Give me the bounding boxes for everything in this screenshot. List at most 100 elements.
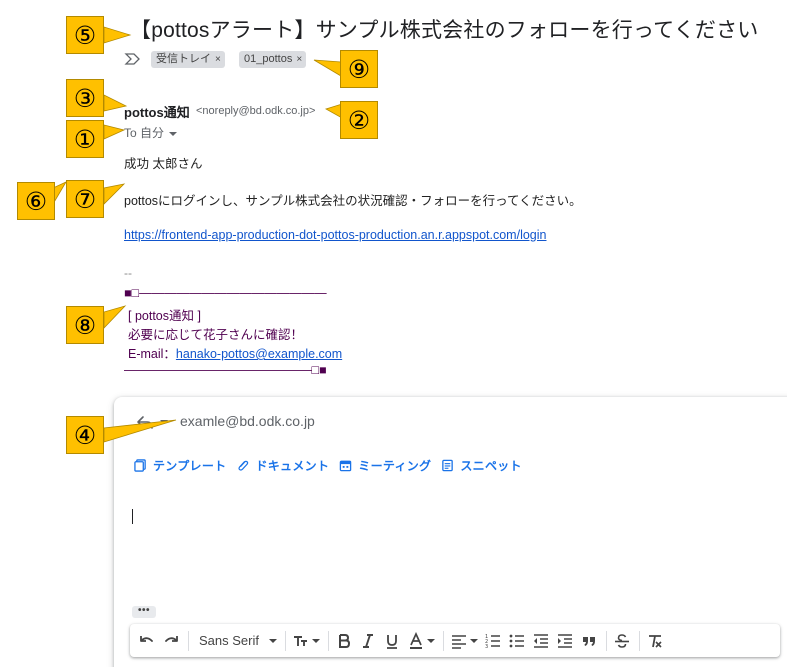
signature-email-label: E-mail： [128, 347, 176, 361]
addon-template-label: テンプレート [153, 459, 227, 473]
reply-type-chevron-icon[interactable] [160, 420, 168, 424]
label-chip-inbox-text: 受信トレイ [156, 53, 211, 65]
callout-4: ④ [66, 416, 104, 454]
toolbar-divider [327, 630, 329, 651]
label-chip-pottos-text: 01_pottos [244, 53, 293, 65]
addon-template-button[interactable]: テンプレート [134, 457, 226, 474]
numbered-list-button[interactable]: 123 [484, 627, 502, 655]
email-greeting: 成功 太郎さん [124, 157, 203, 171]
callout-9: ⑨ [340, 50, 378, 88]
remove-formatting-button[interactable] [646, 627, 664, 655]
callout-2: ② [340, 101, 378, 139]
align-button[interactable] [450, 627, 478, 655]
sender-name[interactable]: pottos通知 [124, 102, 190, 121]
pointer-3 [103, 94, 128, 112]
bulleted-list-button[interactable] [508, 627, 526, 655]
text-color-icon [409, 631, 422, 649]
signature-separator: -- [124, 266, 132, 280]
indent-more-icon [557, 633, 572, 648]
addon-document-label: ドキュメント [255, 459, 330, 473]
undo-button[interactable] [138, 627, 156, 655]
strikethrough-button[interactable] [613, 627, 631, 655]
recipient-label: To 自分 [124, 126, 165, 140]
reply-recipient[interactable]: examle@bd.odk.co.jp [180, 413, 315, 429]
sender-email: <noreply@bd.odk.co.jp> [196, 105, 316, 117]
indent-more-button[interactable] [556, 627, 574, 655]
toolbar-divider [284, 630, 286, 651]
clear-formatting-icon [648, 634, 662, 648]
callout-7: ⑦ [66, 180, 104, 218]
indent-less-button[interactable] [532, 627, 550, 655]
bold-button[interactable] [335, 627, 353, 655]
attachment-icon [238, 460, 249, 471]
pointer-5 [103, 26, 132, 44]
addon-meeting-button[interactable]: ミーティング [339, 457, 431, 474]
font-family-select[interactable]: Sans Serif [195, 627, 277, 655]
email-message: pottosにログインし、サンプル株式会社の状況確認・フォローを行ってください。 [124, 194, 582, 208]
importance-marker-icon[interactable] [124, 51, 142, 67]
underline-icon [386, 634, 397, 649]
addon-meeting-label: ミーティング [358, 459, 432, 473]
font-family-value: Sans Serif [199, 633, 259, 648]
svg-text:3: 3 [485, 644, 488, 650]
toolbar-divider [638, 630, 640, 651]
chevron-down-icon [426, 638, 435, 643]
addon-document-button[interactable]: ドキュメント [236, 457, 329, 474]
font-size-icon [293, 635, 307, 646]
italic-button[interactable] [359, 627, 377, 655]
template-icon [134, 459, 146, 472]
compose-addons-bar: テンプレート ドキュメント ミーティング スニペット [134, 457, 532, 474]
toolbar-divider [605, 630, 607, 651]
snippet-icon [442, 459, 454, 472]
callout-6: ⑥ [17, 182, 55, 220]
callout-3: ③ [66, 79, 104, 117]
signature-email-link[interactable]: hanako-pottos@example.com [176, 347, 342, 361]
chevron-down-icon [311, 638, 320, 643]
text-color-button[interactable] [407, 627, 435, 655]
numbered-list-icon: 123 [485, 634, 500, 650]
bulleted-list-icon [509, 634, 524, 647]
pointer-7 [103, 183, 126, 205]
recipient-details-toggle[interactable]: To 自分 [124, 124, 178, 141]
signature-line-top: ■□――――――――――――――― [124, 286, 327, 300]
redo-button[interactable] [162, 627, 180, 655]
signature-note: 必要に応じて花子さんに確認！ [128, 328, 304, 342]
pointer-8 [103, 305, 127, 329]
addon-snippet-button[interactable]: スニペット [441, 457, 522, 474]
pointer-1 [103, 124, 126, 140]
strikethrough-icon [614, 633, 629, 648]
label-chip-pottos[interactable]: 01_pottos × [239, 51, 307, 68]
callout-1: ① [66, 120, 104, 158]
email-subject: 【pottosアラート】サンプル株式会社のフォローを行ってください [130, 19, 759, 42]
underline-button[interactable] [383, 627, 401, 655]
toolbar-divider [188, 630, 189, 651]
quote-icon [582, 636, 595, 646]
chevron-down-icon [169, 131, 178, 136]
italic-icon [362, 633, 373, 648]
addon-snippet-label: スニペット [460, 459, 522, 473]
reply-icon[interactable] [136, 414, 154, 430]
align-left-icon [451, 634, 466, 649]
chevron-down-icon [268, 638, 277, 643]
text-cursor[interactable] [132, 509, 133, 524]
callout-5: ⑤ [66, 16, 104, 54]
label-chip-inbox[interactable]: 受信トレイ × [151, 51, 225, 68]
login-link[interactable]: https://frontend-app-production-dot-pott… [124, 228, 546, 242]
indent-less-icon [533, 633, 548, 648]
show-trimmed-content-button[interactable]: ••• [132, 606, 156, 618]
signature-email: E-mail：hanako-pottos@example.com [128, 343, 342, 362]
remove-label-icon[interactable]: × [215, 54, 221, 65]
toolbar-divider [442, 630, 444, 651]
remove-label-icon[interactable]: × [296, 54, 302, 65]
callout-8: ⑧ [66, 306, 104, 344]
signature-line-bottom: ―――――――――――――――□■ [124, 363, 327, 377]
formatting-toolbar: Sans Serif 123 [130, 624, 780, 657]
pointer-9 [313, 59, 342, 77]
bold-icon [338, 633, 350, 648]
quote-button[interactable] [580, 627, 598, 655]
font-size-button[interactable] [292, 627, 320, 655]
calendar-icon [340, 460, 352, 472]
undo-icon [140, 635, 153, 642]
redo-icon [165, 635, 178, 642]
signature-name: [ pottos通知 ] [128, 309, 201, 323]
